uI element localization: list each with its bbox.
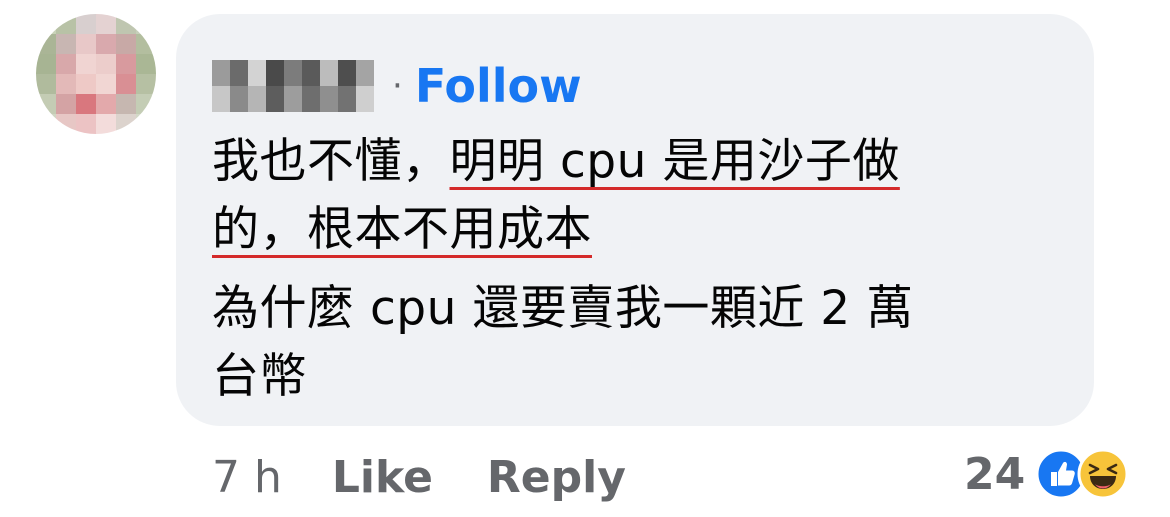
- haha-icon: [1077, 448, 1129, 500]
- reply-button[interactable]: Reply: [487, 452, 626, 503]
- reaction-count: 24: [964, 448, 1026, 500]
- comment-text-line-4: 台幣: [212, 349, 307, 404]
- comment-text-line-2: 的，根本不用成本: [212, 206, 592, 253]
- comment-text-line-1: 我也不懂，明明 cpu 是用沙子做: [212, 138, 900, 185]
- comment-text-line-3: 為什麼 cpu 還要賣我一顆近 2 萬: [212, 281, 914, 336]
- comment-header: · Follow: [212, 58, 582, 114]
- avatar[interactable]: [36, 14, 156, 134]
- follow-button[interactable]: Follow: [415, 63, 582, 109]
- comment-text-underlined: 明明 cpu 是用沙子做: [449, 134, 900, 189]
- timestamp[interactable]: 7 h: [212, 452, 282, 503]
- like-button[interactable]: Like: [332, 452, 433, 503]
- comment-text-segment: 我也不懂，: [212, 134, 450, 189]
- comment-container: · Follow 我也不懂，明明 cpu 是用沙子做 的，根本不用成本 為什麼 …: [0, 0, 1170, 517]
- reaction-summary[interactable]: 24: [964, 446, 1129, 502]
- author-name-redacted[interactable]: [212, 58, 374, 114]
- pixelated-avatar-image: [36, 14, 156, 134]
- comment-actions: 7 h Like Reply: [212, 452, 626, 503]
- separator-dot: ·: [392, 66, 403, 106]
- comment-text-underlined: 的，根本不用成本: [212, 202, 592, 257]
